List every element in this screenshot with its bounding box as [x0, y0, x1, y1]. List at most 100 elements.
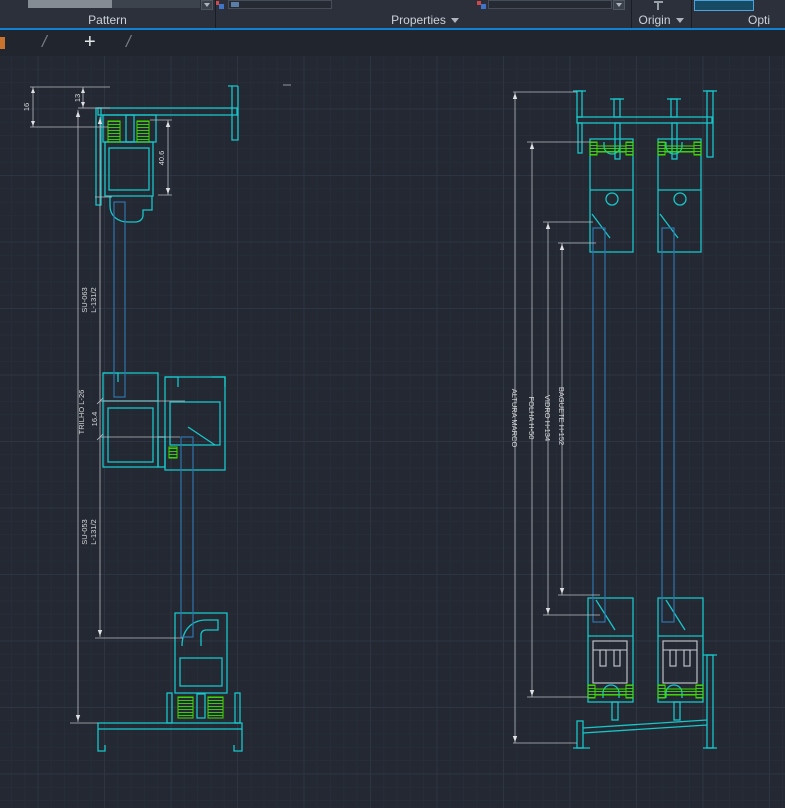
- right-dim-texts: ALTURA MARCO FOLHA H-50 VIDRO H-134 BAGU…: [510, 387, 566, 448]
- set-origin-icon: [652, 1, 668, 9]
- gasket: [169, 447, 177, 458]
- panel-title-origin[interactable]: Origin: [631, 12, 691, 28]
- brush-seal: [178, 697, 193, 718]
- sill-plate: [98, 723, 242, 729]
- head-end-cap: [707, 91, 713, 157]
- gasket-block: [696, 685, 703, 698]
- glass-pane: [593, 228, 605, 622]
- sill-track-rib: [197, 694, 205, 718]
- extension-ticks: [513, 92, 600, 743]
- glass-pane: [114, 202, 125, 397]
- pattern-gallery-expand-button[interactable]: [201, 0, 213, 10]
- gasket-bar: [595, 689, 626, 695]
- pattern-panel-label: Pattern: [88, 13, 127, 27]
- gasket-block: [590, 142, 597, 155]
- left-section-profiles: [96, 86, 242, 751]
- interlock-lower-hooks: [165, 377, 225, 387]
- extension-lines: [30, 87, 110, 127]
- autocad-window: Pattern Properties Origin Opti / + /: [0, 0, 785, 808]
- gasket-block: [588, 685, 595, 698]
- hatch-angle-combobox[interactable]: [488, 0, 612, 9]
- bottom-sash-inner: [180, 658, 222, 686]
- model-space-canvas[interactable]: 16 13 40.6 SU-063 L-131/2 TRILHO L-26 16…: [0, 56, 785, 808]
- interlock-hook: [158, 437, 165, 467]
- tab-edge: /: [42, 32, 47, 52]
- panel-title-properties[interactable]: Properties: [340, 12, 510, 28]
- right-dim-arrows: [513, 93, 564, 742]
- bottom-sash-box: [175, 613, 227, 693]
- chevron-down-icon: [616, 3, 622, 7]
- flyout-arrow-icon: [451, 18, 459, 23]
- gasket-bar: [665, 689, 696, 695]
- sill-upstand: [707, 655, 713, 748]
- dim-lines-top: [33, 87, 83, 127]
- right-section-glass: [593, 228, 674, 622]
- new-tab-button[interactable]: +: [84, 31, 96, 54]
- left-dimensions: [30, 85, 291, 723]
- frame-height-text: ALTURA MARCO: [510, 389, 519, 448]
- right-section-rollers: [593, 641, 697, 683]
- track-stem: [612, 702, 618, 720]
- dim-text: 40.6: [157, 151, 166, 166]
- roller-prong: [684, 650, 690, 666]
- profile-code-text: SU-053: [80, 519, 89, 544]
- panel-title-pattern: Pattern: [0, 12, 215, 28]
- panel-divider: [691, 0, 692, 28]
- sill-track-right-wall: [235, 693, 240, 723]
- angle-expand-button[interactable]: [613, 0, 625, 10]
- glass-pane: [662, 228, 674, 622]
- dim-lines-vertical: [515, 92, 562, 743]
- ribbon: Pattern Properties Origin Opti: [0, 0, 785, 28]
- sash-top-box: [590, 139, 633, 252]
- brush-seal: [108, 121, 120, 142]
- panel-title-options: Opti: [748, 12, 785, 28]
- hatch-color-icon: [215, 1, 224, 9]
- gasket-block: [626, 685, 633, 698]
- head-hook: [577, 91, 582, 117]
- glass-height-text: VIDRO H-134: [543, 395, 552, 441]
- track-code-text: TRILHO L-26: [77, 390, 86, 435]
- gasket-block: [658, 142, 665, 155]
- associative-toggle-button[interactable]: [694, 0, 754, 11]
- tab-edge: /: [126, 32, 131, 52]
- screw-boss: [674, 193, 686, 205]
- roller-prong: [614, 650, 620, 666]
- head-stem: [578, 123, 582, 153]
- sill-left-hook: [577, 721, 583, 748]
- sash-height-text: FOLHA H-50: [527, 397, 536, 440]
- brush-seal: [137, 121, 149, 142]
- left-dim-texts: 16 13 40.6 SU-063 L-131/2 TRILHO L-26 16…: [22, 94, 166, 545]
- roller-assembly: [593, 641, 627, 683]
- bead-height-text: BAGUETE H-152: [557, 387, 566, 445]
- pattern-preview-list-end[interactable]: [112, 0, 200, 8]
- interlock-upper-detail: [103, 373, 158, 401]
- chevron-down-icon: [204, 3, 210, 7]
- gasket-block: [626, 142, 633, 155]
- panel-divider: [215, 0, 216, 28]
- glass-pane: [181, 437, 193, 637]
- head-stub: [614, 99, 620, 117]
- swatch-icon: [231, 2, 239, 7]
- profile-series-text: L-131/2: [89, 287, 98, 312]
- head-track-rib: [126, 115, 134, 142]
- track-stem: [674, 702, 680, 720]
- bottom-sash-handle: [182, 620, 218, 646]
- hatch-type-combobox[interactable]: [228, 0, 332, 9]
- interlock-upper-box: [103, 373, 158, 467]
- roller-prong: [600, 650, 606, 666]
- profile-series-text: L-131/2: [89, 519, 98, 544]
- interlock-lower-inner: [170, 402, 220, 445]
- options-panel-label: Opti: [748, 13, 770, 27]
- pattern-preview-list[interactable]: [28, 0, 112, 8]
- roller-prong: [670, 650, 676, 666]
- file-tab-bar: / + /: [0, 30, 785, 56]
- screw-boss: [606, 193, 618, 205]
- dim-text: 16: [22, 103, 31, 111]
- top-sash-handle: [110, 196, 152, 222]
- roller-assembly: [663, 641, 697, 683]
- dim-text: 13: [73, 94, 82, 102]
- right-dimensions: [513, 92, 600, 743]
- sill-track-left-wall: [167, 693, 172, 723]
- sill-right-foot: [234, 729, 242, 751]
- head-plate: [98, 108, 237, 115]
